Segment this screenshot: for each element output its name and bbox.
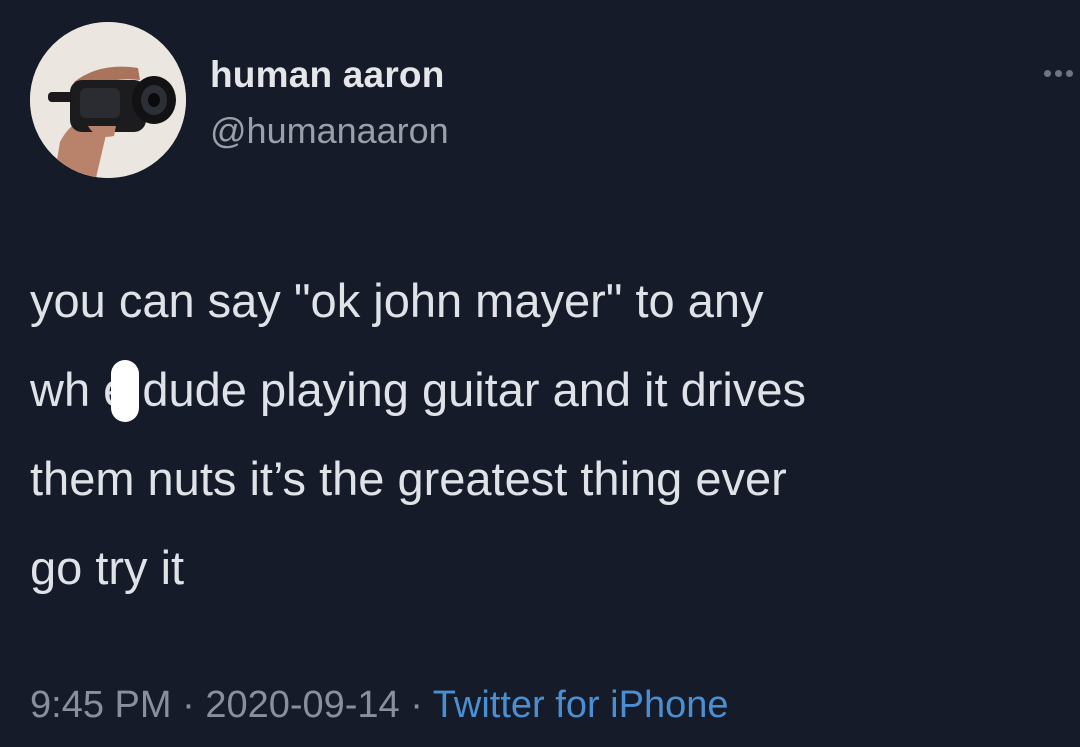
tweet-card: human aaron @humanaaron you can say "ok … bbox=[0, 0, 1080, 747]
tweet-time: 9:45 PM bbox=[30, 684, 172, 726]
more-horizontal-icon[interactable] bbox=[1036, 58, 1080, 88]
avatar[interactable] bbox=[30, 22, 186, 178]
redaction-mark bbox=[111, 360, 139, 422]
tweet-date: 2020-09-14 bbox=[205, 684, 400, 726]
tweet-text: you can say "ok john mayer" to any wh e … bbox=[30, 274, 806, 594]
tweet-metadata: 9:45 PM · 2020-09-14 · Twitter for iPhon… bbox=[30, 684, 728, 727]
camcorder-in-hand-icon bbox=[30, 22, 186, 178]
meta-separator: · bbox=[171, 684, 206, 726]
more-dot bbox=[1055, 70, 1062, 77]
display-name[interactable]: human aaron bbox=[210, 54, 445, 96]
meta-separator: · bbox=[399, 684, 433, 726]
handle[interactable]: @humanaaron bbox=[210, 110, 449, 152]
more-dot bbox=[1066, 70, 1073, 77]
more-dot bbox=[1044, 70, 1051, 77]
tweet-source-link[interactable]: Twitter for iPhone bbox=[433, 684, 729, 726]
